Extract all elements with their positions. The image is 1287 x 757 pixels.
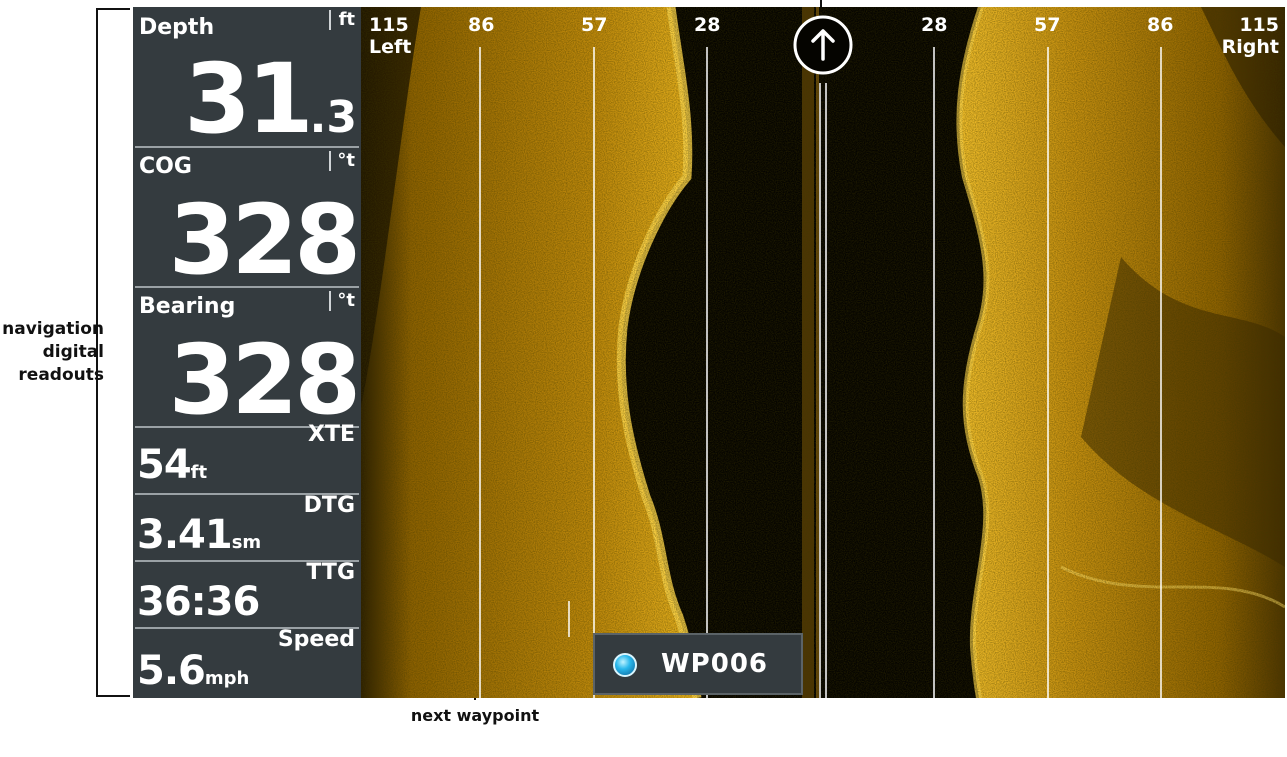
callout-line-1: navigation (2, 319, 104, 339)
sonar-image (361, 7, 1285, 698)
callout-bracket-bottom (96, 695, 130, 697)
depth-unit: ft (338, 9, 355, 30)
dtg-value: 3.41sm (137, 515, 261, 563)
speed-number: 5.6 (137, 648, 206, 694)
readout-speed: Speed 5.6mph (133, 627, 361, 698)
navigation-readouts-panel: Depth ft 31.3 COG °t 328 Bearing °t 328 … (133, 7, 361, 698)
range-left-28: 28 (694, 14, 721, 36)
bearing-label: Bearing (139, 294, 236, 319)
bearing-unit: °t (337, 290, 355, 311)
readout-depth: Depth ft 31.3 (133, 7, 361, 147)
bearing-unit-divider (329, 291, 331, 311)
speed-value: 5.6mph (137, 651, 249, 698)
range-left-86: 86 (468, 14, 495, 36)
navigation-readouts-callout: navigation digital readouts (0, 318, 104, 387)
side-imaging-screen: Depth ft 31.3 COG °t 328 Bearing °t 328 … (133, 7, 1285, 698)
readout-bearing: Bearing °t 328 (133, 288, 361, 436)
next-waypoint-box[interactable]: WP006 (593, 633, 803, 695)
cog-label: COG (139, 154, 192, 179)
readout-ttg: TTG 36:36 (133, 560, 361, 627)
xte-unit: ft (190, 462, 208, 483)
ttg-label: TTG (306, 560, 355, 585)
waypoint-name: WP006 (661, 649, 769, 679)
dtg-label: DTG (303, 493, 355, 518)
depth-label: Depth (139, 15, 215, 40)
cog-unit-divider (329, 151, 331, 171)
range-right-57: 57 (1034, 14, 1061, 36)
xte-value: 54ft (137, 445, 207, 493)
readout-dtg: DTG 3.41sm (133, 493, 361, 563)
side-imaging-sonar-view[interactable]: 115 Left 86 57 28 28 57 86 115 Right WP0… (361, 7, 1285, 698)
speed-unit: mph (204, 668, 250, 689)
xte-number: 54 (137, 442, 192, 488)
callout-bracket-vertical (96, 8, 98, 697)
readout-cog: COG °t 328 (133, 148, 361, 296)
bearing-value: 328 (168, 324, 361, 436)
next-waypoint-callout: next waypoint (410, 706, 540, 725)
range-right-86: 86 (1147, 14, 1174, 36)
depth-value-int: 31 (184, 43, 314, 155)
cog-unit: °t (337, 150, 355, 171)
callout-bracket-top (96, 8, 130, 10)
callout-line-3: readouts (18, 365, 104, 385)
callout-line-2: digital (42, 342, 104, 362)
depth-value-dec: .3 (309, 92, 357, 143)
ttg-value: 36:36 (137, 579, 260, 625)
dtg-number: 3.41 (137, 512, 233, 558)
north-arrow-icon[interactable] (793, 15, 853, 75)
range-left-57: 57 (581, 14, 608, 36)
waypoint-marker-icon (613, 653, 637, 677)
range-right-caption: Right (1221, 36, 1279, 58)
dtg-unit: sm (231, 532, 262, 553)
range-left-caption: Left (369, 36, 412, 58)
range-left-115: 115 (369, 14, 409, 36)
range-right-115: 115 (1239, 14, 1279, 36)
range-right-28: 28 (921, 14, 948, 36)
depth-unit-divider (329, 10, 331, 30)
readout-xte: XTE 54ft (133, 422, 361, 493)
xte-label: XTE (308, 422, 355, 447)
cog-value: 328 (168, 184, 361, 296)
speed-label: Speed (277, 627, 355, 652)
